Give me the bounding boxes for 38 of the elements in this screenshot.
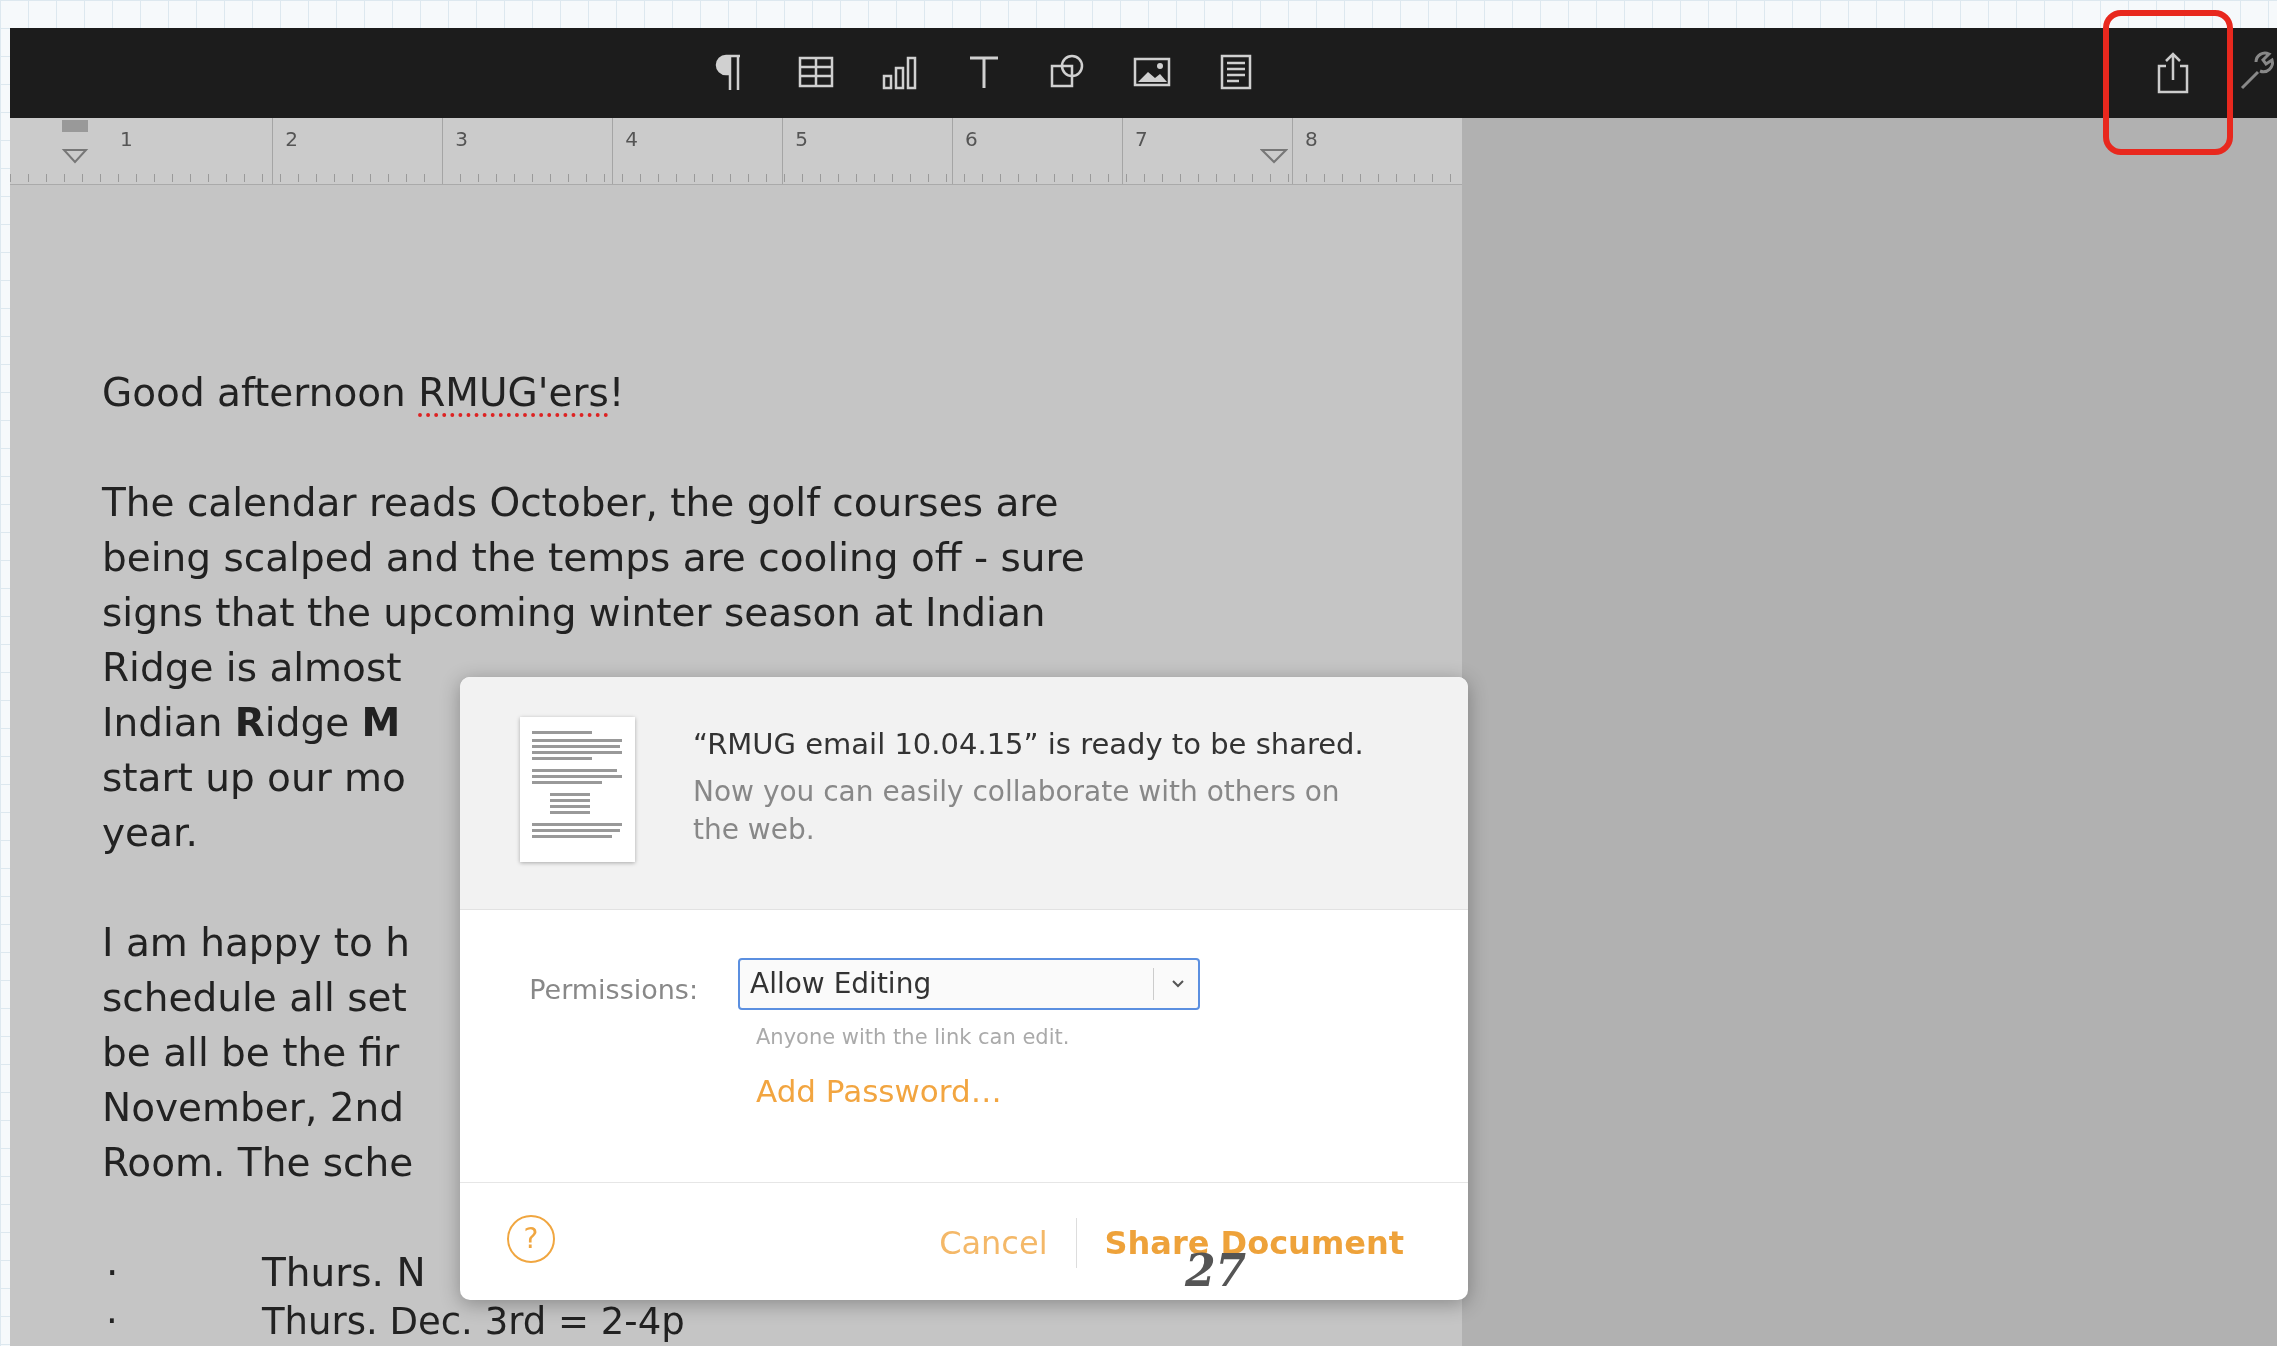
permissions-dropdown[interactable]: Allow Editing (738, 958, 1200, 1010)
text-line: November, 2nd (102, 1084, 404, 1132)
ruler-number: 7 (1122, 118, 1292, 184)
text-line: be all be the fir (102, 1029, 400, 1077)
ruler-number: 8 (1292, 118, 1462, 184)
chevron-down-icon (1170, 978, 1186, 990)
ruler-number: 3 (442, 118, 613, 184)
bullet-text: Thurs. Dec. 3rd = 2-4p (262, 1300, 685, 1344)
bullet-marker: · (105, 1249, 120, 1297)
ruler-number: 6 (952, 118, 1123, 184)
permissions-label: Permissions: (528, 973, 698, 1007)
bullet-marker: · (105, 1300, 119, 1344)
tab-stop-icon[interactable] (1260, 148, 1288, 164)
text-line: schedule all set (102, 974, 407, 1022)
wrench-icon[interactable] (2238, 50, 2277, 92)
text-line: being scalped and the temps are cooling off - sure (102, 534, 1085, 582)
add-password-link[interactable]: Add Password… (756, 1068, 1002, 1115)
ruler-number: 1 (119, 126, 134, 153)
text-line: Ridge is almost (102, 644, 402, 692)
help-button[interactable]: ? (507, 1215, 555, 1263)
permissions-hint: Anyone with the link can edit. (756, 1024, 1070, 1051)
text-line: Indian Ridge M (102, 699, 401, 747)
text-line: start up our mo (102, 754, 406, 802)
dialog-title: “RMUG email 10.04.15” is ready to be shared. (693, 726, 1365, 763)
cancel-button[interactable]: Cancel (911, 1213, 1076, 1273)
text-line: The calendar reads October, the golf courses are (102, 479, 1059, 527)
ruler-number: 4 (612, 118, 783, 184)
text-line: signs that the upcoming winter season at Indian (102, 589, 1046, 637)
heading-text: Good afternoon RMUG'ers! (102, 369, 625, 417)
ruler[interactable]: 1 2 3 4 5 6 7 8 (10, 118, 1462, 185)
text-line: Room. The sche (102, 1139, 414, 1187)
text-line: I am happy to h (102, 919, 411, 967)
dialog-message: Now you can easily collaborate with others on the web. (693, 773, 1341, 848)
ruler-number: 5 (782, 118, 953, 184)
bullet-text: Thurs. N (262, 1249, 426, 1297)
share-icon[interactable] (2156, 52, 2190, 94)
text-line: year. (102, 809, 198, 857)
ruler-number: 2 (272, 118, 443, 184)
